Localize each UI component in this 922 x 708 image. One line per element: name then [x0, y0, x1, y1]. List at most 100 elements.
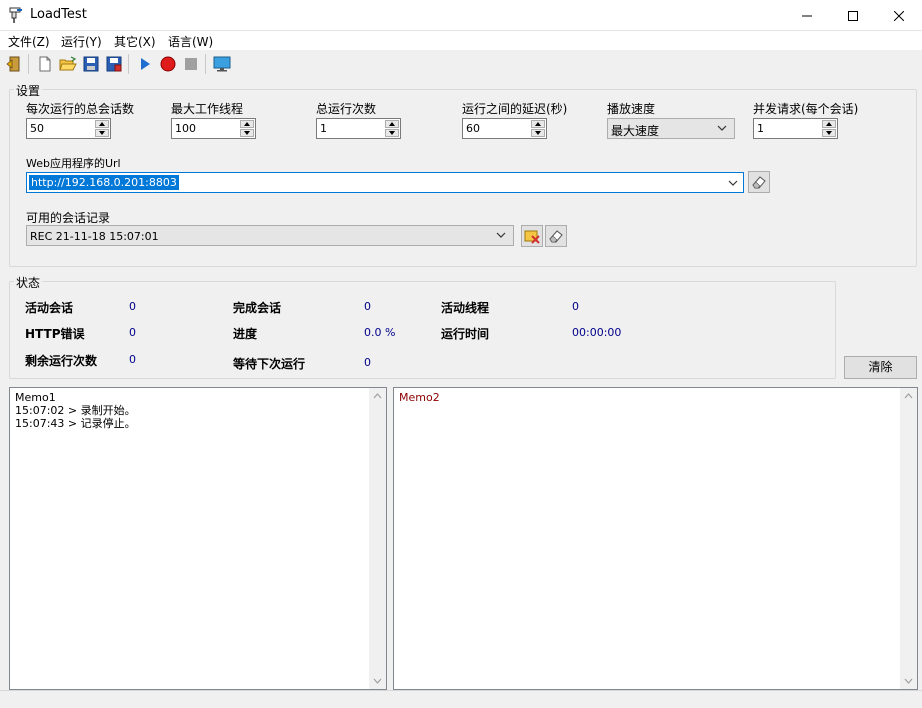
- toolbar-separator: [205, 54, 206, 74]
- record-button[interactable]: [157, 54, 179, 74]
- spin-down-icon[interactable]: [95, 129, 109, 137]
- max-threads-value: 100: [175, 122, 196, 135]
- vertical-scrollbar[interactable]: [369, 388, 386, 689]
- concurrent-requests-spin[interactable]: 1: [753, 118, 838, 139]
- memo2-lines: Memo2: [399, 391, 440, 404]
- scroll-up-icon[interactable]: [904, 393, 913, 399]
- clear-session-button[interactable]: [545, 225, 567, 247]
- playback-speed-value: 最大速度: [611, 124, 660, 138]
- active-threads-label: 活动线程: [441, 301, 490, 315]
- vertical-scrollbar[interactable]: [900, 388, 917, 689]
- http-errors-label: HTTP错误: [25, 327, 85, 341]
- spin-down-icon[interactable]: [240, 129, 254, 137]
- run-time-value: 00:00:00: [572, 326, 622, 339]
- active-sessions-value: 0: [129, 300, 136, 313]
- open-folder-icon: [59, 56, 77, 71]
- total-runs-value: 1: [320, 122, 327, 135]
- toolbar-separator: [28, 54, 29, 74]
- app-icon: [9, 7, 22, 23]
- delete-record-icon: [524, 230, 540, 244]
- spin-up-icon[interactable]: [822, 120, 836, 128]
- http-errors-value: 0: [129, 326, 136, 339]
- new-file-icon: [39, 56, 51, 72]
- run-delay-value: 60: [466, 122, 480, 135]
- spin-up-icon[interactable]: [385, 120, 399, 128]
- stop-icon: [185, 58, 197, 70]
- sessions-select[interactable]: REC 21-11-18 15:07:01: [26, 225, 514, 246]
- save-as-button[interactable]: [103, 54, 125, 74]
- maximize-icon: [848, 10, 858, 21]
- minimize-icon: [802, 15, 812, 16]
- total-runs-label: 总运行次数: [316, 102, 377, 116]
- scroll-up-icon[interactable]: [373, 393, 382, 399]
- maximize-button[interactable]: [830, 0, 876, 31]
- waiting-next-run-label: 等待下次运行: [233, 357, 306, 371]
- spin-arrows[interactable]: [531, 120, 545, 137]
- sessions-label: 可用的会话记录: [26, 211, 111, 225]
- spin-arrows[interactable]: [95, 120, 109, 137]
- chevron-down-icon: [728, 180, 738, 186]
- remaining-runs-label: 剩余运行次数: [25, 354, 98, 368]
- concurrent-requests-value: 1: [757, 122, 764, 135]
- save-button[interactable]: [80, 54, 102, 74]
- run-time-label: 运行时间: [441, 327, 490, 341]
- clear-url-button[interactable]: [748, 171, 770, 193]
- spin-up-icon[interactable]: [531, 120, 545, 128]
- playback-speed-select[interactable]: 最大速度: [607, 118, 735, 139]
- play-icon: [141, 58, 150, 70]
- remaining-runs-value: 0: [129, 353, 136, 366]
- spin-down-icon[interactable]: [385, 129, 399, 137]
- spin-up-icon[interactable]: [240, 120, 254, 128]
- memo-line: Memo2: [399, 391, 440, 404]
- delete-session-button[interactable]: [521, 225, 543, 247]
- close-icon: [894, 10, 904, 21]
- menu-file[interactable]: 文件(Z): [8, 33, 50, 50]
- clear-button[interactable]: 清除: [844, 356, 917, 379]
- spin-arrows[interactable]: [385, 120, 399, 137]
- monitor-button[interactable]: [211, 54, 233, 74]
- play-button[interactable]: [134, 54, 156, 74]
- memo2-textarea[interactable]: Memo2: [393, 387, 918, 690]
- completed-sessions-value: 0: [364, 300, 371, 313]
- max-threads-label: 最大工作线程: [171, 102, 244, 116]
- minimize-button[interactable]: [784, 0, 830, 31]
- url-select[interactable]: http://192.168.0.201:8803: [26, 172, 744, 193]
- scroll-down-icon[interactable]: [904, 678, 913, 684]
- open-button[interactable]: [57, 54, 79, 74]
- spin-down-icon[interactable]: [531, 129, 545, 137]
- menu-language[interactable]: 语言(W): [168, 33, 213, 50]
- spin-up-icon[interactable]: [95, 120, 109, 128]
- url-label: Web应用程序的Url: [26, 157, 121, 170]
- spin-arrows[interactable]: [240, 120, 254, 137]
- url-value: http://192.168.0.201:8803: [29, 175, 179, 190]
- memo1-textarea[interactable]: Memo1 15:07:02 > 录制开始。 15:07:43 > 记录停止。: [9, 387, 387, 690]
- title-bar: LoadTest: [0, 0, 922, 31]
- progress-value: 0.0 %: [364, 326, 396, 339]
- total-sessions-spin[interactable]: 50: [26, 118, 111, 139]
- max-threads-spin[interactable]: 100: [171, 118, 256, 139]
- menu-run[interactable]: 运行(Y): [61, 33, 102, 50]
- spin-down-icon[interactable]: [822, 129, 836, 137]
- menu-other[interactable]: 其它(X): [114, 33, 156, 50]
- window-title: LoadTest: [30, 7, 87, 22]
- status-group-title: 状态: [14, 274, 43, 291]
- close-button[interactable]: [876, 0, 922, 31]
- playback-speed-label: 播放速度: [607, 102, 656, 116]
- memo1-lines: Memo1 15:07:02 > 录制开始。 15:07:43 > 记录停止。: [15, 391, 136, 430]
- spin-arrows[interactable]: [822, 120, 836, 137]
- new-button[interactable]: [34, 54, 56, 74]
- run-delay-spin[interactable]: 60: [462, 118, 547, 139]
- settings-group-title: 设置: [14, 82, 43, 99]
- chevron-down-icon: [496, 232, 506, 238]
- total-runs-spin[interactable]: 1: [316, 118, 401, 139]
- exit-button[interactable]: [3, 54, 25, 74]
- status-bar: [0, 690, 922, 708]
- active-sessions-label: 活动会话: [25, 301, 74, 315]
- monitor-icon: [213, 56, 231, 72]
- scroll-down-icon[interactable]: [373, 678, 382, 684]
- completed-sessions-label: 完成会话: [233, 301, 282, 315]
- stop-button[interactable]: [180, 54, 202, 74]
- total-sessions-label: 每次运行的总会话数: [26, 102, 135, 116]
- save-as-icon: [106, 56, 122, 72]
- toolbar-separator: [128, 54, 129, 74]
